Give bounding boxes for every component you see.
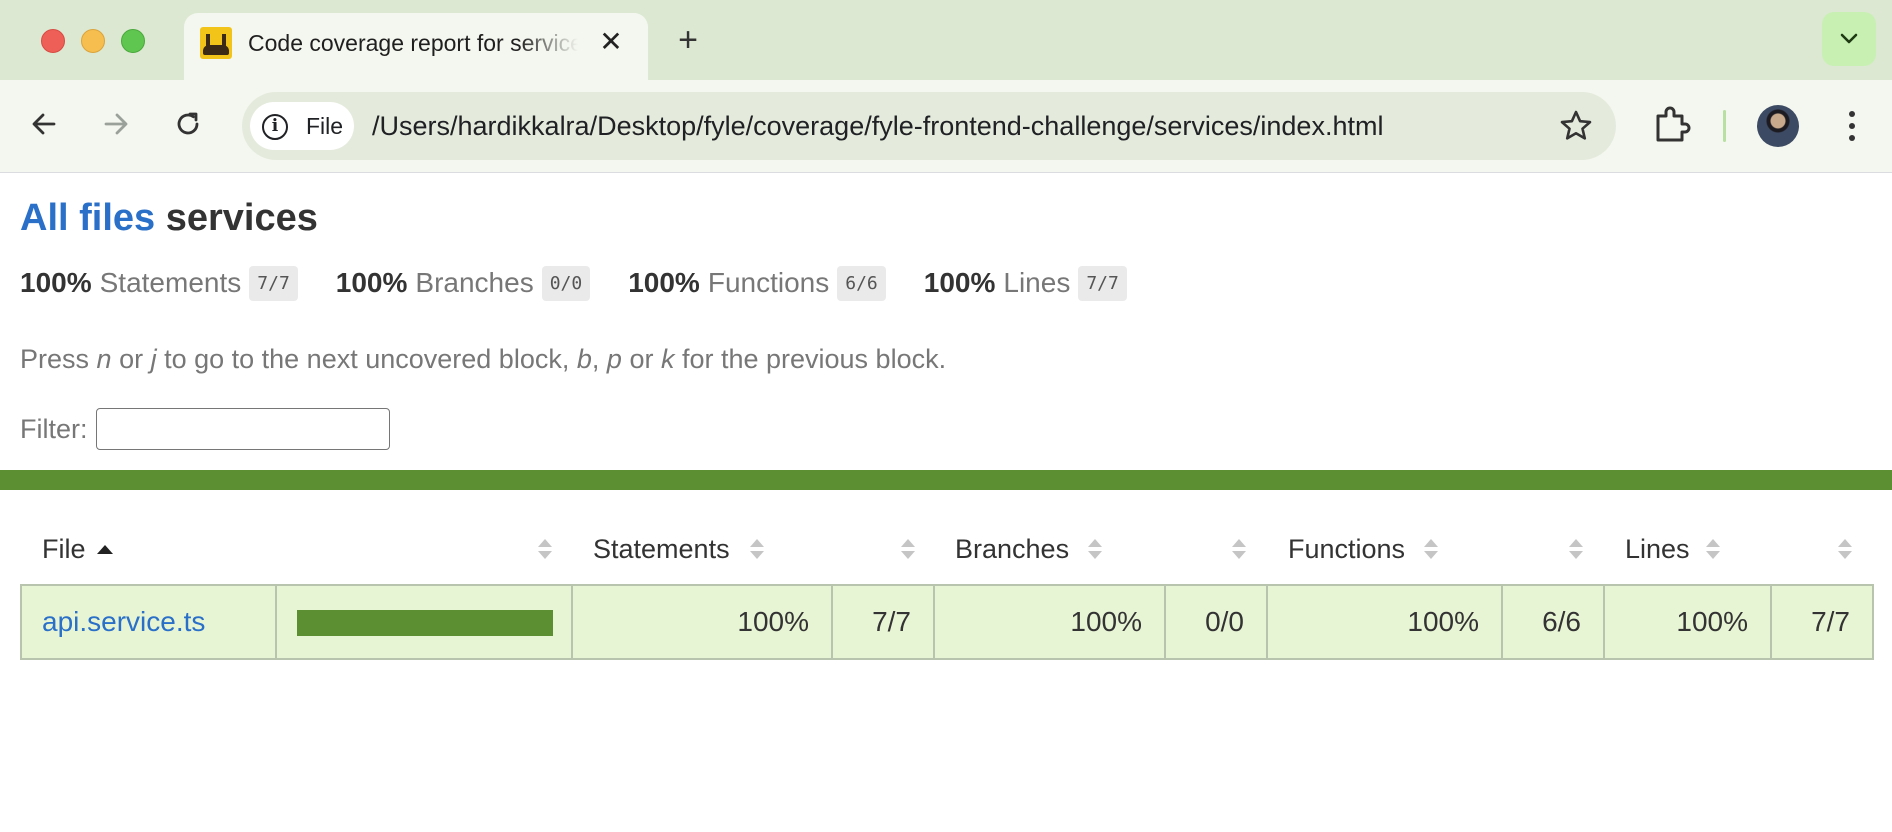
summary-statements: 100% Statements 7/7 — [20, 265, 298, 301]
statements-fraction-cell: 7/7 — [833, 586, 935, 658]
functions-fraction-cell: 6/6 — [1503, 586, 1605, 658]
window-maximize-button[interactable] — [121, 29, 145, 53]
filter-row: Filter: — [20, 408, 390, 450]
coverage-table: File Statements Branches Functions Lines… — [20, 514, 1874, 660]
summary-lines: 100% Lines 7/7 — [923, 265, 1127, 301]
window-minimize-button[interactable] — [81, 29, 105, 53]
summary-fraction: 0/0 — [541, 265, 591, 301]
sort-icon[interactable] — [1569, 539, 1583, 561]
header-branches[interactable]: Branches — [955, 514, 1069, 584]
arrow-right-icon — [104, 113, 128, 135]
summary-branches: 100% Branches 0/0 — [335, 265, 591, 301]
header-lines[interactable]: Lines — [1625, 514, 1690, 584]
sort-icon[interactable] — [1424, 539, 1438, 561]
new-tab-button[interactable]: + — [668, 18, 708, 62]
summary-pct: 100% — [923, 267, 996, 298]
functions-pct-cell: 100% — [1268, 586, 1503, 658]
arrow-left-icon — [32, 113, 56, 135]
window-close-button[interactable] — [41, 29, 65, 53]
star-icon[interactable] — [1558, 108, 1594, 144]
summary-label: Functions — [707, 267, 830, 298]
more-menu-icon[interactable] — [1832, 104, 1872, 148]
breadcrumb: All files services — [20, 196, 318, 240]
keyboard-hint: Press n or j to go to the next uncovered… — [20, 344, 947, 374]
coverage-status-bar — [0, 470, 1892, 490]
header-file[interactable]: File — [42, 514, 86, 584]
tab-title: Code coverage report for services — [248, 30, 578, 56]
header-functions[interactable]: Functions — [1288, 514, 1405, 584]
summary-pct: 100% — [20, 267, 92, 298]
tab-search-button[interactable] — [1822, 12, 1876, 66]
summary-label: Lines — [1003, 267, 1071, 298]
info-icon: i — [262, 114, 288, 140]
summary-pct: 100% — [628, 267, 700, 298]
summary-fraction: 7/7 — [1078, 265, 1127, 301]
reload-icon — [177, 112, 199, 135]
chevron-down-icon — [1840, 33, 1858, 44]
sort-icon[interactable] — [538, 539, 552, 561]
toolbar-divider — [1723, 110, 1726, 142]
favicon-icon — [200, 27, 232, 59]
coverage-bar-fill — [297, 610, 553, 636]
site-chip-label: File — [306, 113, 344, 139]
file-link[interactable]: api.service.ts — [22, 606, 205, 637]
profile-avatar[interactable] — [1757, 105, 1799, 147]
sort-icon[interactable] — [1088, 539, 1102, 561]
coverage-bar — [297, 610, 553, 636]
filter-input[interactable] — [95, 408, 390, 450]
coverage-report-page: All files services 100% Statements 7/7 1… — [0, 174, 1892, 832]
branches-fraction-cell: 0/0 — [1166, 586, 1268, 658]
summary-label: Branches — [415, 267, 534, 298]
address-bar[interactable]: i File /Users/hardikkalra/Desktop/fyle/c… — [242, 92, 1616, 160]
summary-pct: 100% — [335, 267, 408, 298]
browser-toolbar: i File /Users/hardikkalra/Desktop/fyle/c… — [0, 80, 1892, 173]
sort-icon[interactable] — [1838, 539, 1852, 561]
table-header: File Statements Branches Functions Lines — [20, 514, 1874, 584]
extensions-icon[interactable] — [1648, 100, 1696, 148]
summary-fraction: 7/7 — [249, 265, 298, 301]
tab-strip: Code coverage report for services ✕ + — [0, 0, 1892, 80]
sort-icon[interactable] — [1706, 539, 1720, 561]
site-info-chip[interactable]: i File — [250, 102, 354, 150]
tab-close-icon[interactable]: ✕ — [594, 25, 628, 59]
statements-pct-cell: 100% — [573, 586, 833, 658]
back-button[interactable] — [18, 98, 70, 150]
sort-icon[interactable] — [750, 539, 764, 561]
url-text[interactable]: /Users/hardikkalra/Desktop/fyle/coverage… — [372, 92, 1383, 160]
table-row: api.service.ts 100% 7/7 100% 0/0 100% 6/… — [20, 584, 1874, 660]
lines-fraction-cell: 7/7 — [1811, 606, 1850, 637]
coverage-summary: 100% Statements 7/7 100% Branches 0/0 10… — [20, 262, 1165, 304]
active-tab[interactable]: Code coverage report for services ✕ — [184, 13, 648, 80]
summary-fraction: 6/6 — [837, 265, 886, 301]
lines-pct-cell: 100% — [1605, 586, 1772, 658]
branches-pct-cell: 100% — [935, 586, 1166, 658]
summary-label: Statements — [99, 267, 242, 298]
forward-button[interactable] — [90, 98, 142, 150]
all-files-link[interactable]: All files — [20, 197, 155, 239]
header-statements[interactable]: Statements — [593, 514, 730, 584]
sort-ascending-icon[interactable] — [97, 545, 113, 554]
coverage-bar-cell — [277, 586, 573, 658]
sort-icon[interactable] — [1232, 539, 1246, 561]
sort-icon[interactable] — [901, 539, 915, 561]
reload-button[interactable] — [162, 98, 214, 150]
current-directory: services — [165, 197, 318, 239]
summary-functions: 100% Functions 6/6 — [628, 265, 886, 301]
file-cell: api.service.ts — [22, 586, 277, 658]
filter-label: Filter: — [20, 413, 88, 444]
